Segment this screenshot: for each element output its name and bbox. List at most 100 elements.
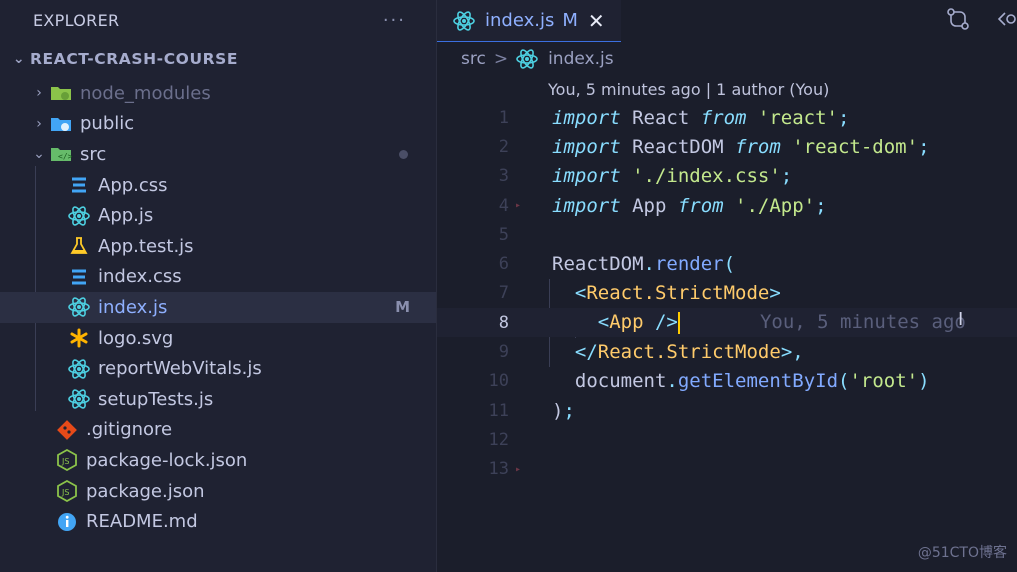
tab-bar: index.js M ✕ (437, 0, 1017, 42)
react-file-icon (453, 10, 475, 32)
css-file-icon (68, 266, 90, 288)
tree-item-label: App.js (98, 205, 154, 227)
tree-item-app-test-js[interactable]: App.test.js (0, 231, 436, 262)
code-line: 3 import './index.css'; (437, 162, 1017, 191)
project-name: REACT-CRASH-COURSE (30, 50, 239, 68)
code-line: 2 import ReactDOM from 'react-dom'; (437, 132, 1017, 161)
line-number: 3 (498, 166, 509, 187)
inline-blame: You, 5 minutes ago (759, 311, 966, 334)
tree-item-public[interactable]: › public (0, 109, 436, 140)
tree-item-app-js[interactable]: App.js (0, 200, 436, 231)
more-actions-icon[interactable]: ··· (383, 10, 406, 31)
explorer-title: EXPLORER (33, 10, 120, 30)
code-line: 11 ); (437, 396, 1017, 425)
tree-item-package-json[interactable]: JS package.json (0, 476, 436, 507)
folder-public-icon (50, 113, 72, 135)
tab-modified-badge: M (562, 10, 578, 31)
explorer-sidebar: EXPLORER ··· ⌄ REACT-CRASH-COURSE › node… (0, 0, 437, 572)
folder-src-icon: </> (50, 143, 72, 165)
tree-item-readme[interactable]: README.md (0, 506, 436, 537)
tree-item-node-modules[interactable]: › node_modules (0, 78, 436, 109)
code-line: 7 <React.StrictMode> (437, 279, 1017, 308)
codelens-blame[interactable]: You, 5 minutes ago | 1 author (You) (548, 80, 829, 99)
i-beam-cursor-icon: I (958, 309, 964, 330)
line-number: 8 (498, 312, 509, 333)
compare-changes-icon[interactable] (945, 6, 971, 36)
explorer-header: EXPLORER ··· (0, 0, 436, 40)
code-line: 6 ReactDOM.render( (437, 249, 1017, 278)
tree-item-index-css[interactable]: index.css (0, 262, 436, 293)
modified-badge: M (395, 298, 410, 317)
fold-marker-icon[interactable]: ▸ (511, 464, 552, 475)
breadcrumb-file[interactable]: index.js (548, 49, 614, 69)
svg-text:</>: </> (58, 152, 72, 161)
nodejs-icon: JS (56, 449, 78, 472)
line-number: 4 (498, 195, 509, 216)
svg-text:JS: JS (61, 488, 69, 497)
tree-item-label: public (80, 113, 135, 135)
tree-item-label: README.md (86, 511, 198, 533)
text-cursor (677, 311, 680, 334)
tree-item-label: index.css (98, 266, 182, 288)
code-line: 9 </React.StrictMode>, (437, 337, 1017, 366)
tree-item-label: index.js (98, 296, 168, 318)
code-line: 1 import React from 'react'; (437, 103, 1017, 132)
tree-item-label: package.json (86, 480, 205, 502)
code-editor[interactable]: 1 import React from 'react'; 2 import Re… (437, 103, 1017, 484)
modified-dot-icon (399, 149, 408, 159)
fold-marker-icon[interactable]: ▸ (511, 200, 552, 211)
code-line: 10 document.getElementById('root') (437, 367, 1017, 396)
editor-actions (945, 6, 1017, 36)
watermark: @51CTO博客 (917, 545, 1007, 561)
breadcrumb-separator: > (493, 49, 509, 69)
line-number: 2 (498, 136, 509, 157)
chevron-right-icon: › (36, 115, 42, 132)
tree-item-logo-svg[interactable]: logo.svg (0, 323, 436, 354)
tree-item-app-css[interactable]: App.css (0, 170, 436, 201)
react-file-icon (68, 388, 90, 410)
tree-item-label: logo.svg (98, 327, 174, 349)
tree-item-label: App.test.js (98, 235, 194, 257)
tab-index-js[interactable]: index.js M ✕ (437, 0, 621, 42)
line-number: 12 (488, 429, 509, 450)
tree-item-gitignore[interactable]: .gitignore (0, 415, 436, 446)
go-back-icon[interactable] (997, 6, 1017, 36)
react-file-icon (516, 48, 538, 70)
project-root[interactable]: ⌄ REACT-CRASH-COURSE (0, 40, 436, 78)
tree-item-package-lock[interactable]: JS package-lock.json (0, 445, 436, 476)
tree-item-src[interactable]: ⌄ </> src (0, 139, 436, 170)
tree-item-label: setupTests.js (98, 388, 214, 410)
folder-node-icon (50, 82, 72, 104)
react-file-icon (68, 296, 90, 318)
line-number: 5 (498, 224, 509, 245)
breadcrumb-folder[interactable]: src (461, 49, 486, 69)
code-line: 5 (437, 220, 1017, 249)
chevron-down-icon: ⌄ (33, 146, 45, 163)
tab-label: index.js (485, 10, 555, 31)
chevron-right-icon: › (36, 85, 42, 102)
line-number: 1 (498, 107, 509, 128)
code-line: 13 ▸ (437, 455, 1017, 484)
vscode-window: EXPLORER ··· ⌄ REACT-CRASH-COURSE › node… (0, 0, 1017, 572)
code-line: 4 ▸ import App from './App'; (437, 191, 1017, 220)
svg-asterisk-icon (68, 327, 90, 349)
code-line-current: 8 <App /> You, 5 minutes ago (437, 308, 1017, 338)
css-file-icon (68, 174, 90, 196)
react-file-icon (68, 358, 90, 380)
git-icon (56, 419, 78, 441)
tree-item-label: package-lock.json (86, 449, 248, 471)
tree-item-setup-tests[interactable]: setupTests.js (0, 384, 436, 415)
tree-item-label: src (80, 143, 107, 165)
tree-item-index-js[interactable]: index.js M (0, 292, 436, 323)
close-icon[interactable]: ✕ (588, 9, 605, 33)
tree-item-report-web-vitals[interactable]: reportWebVitals.js (0, 353, 436, 384)
test-flask-icon (68, 235, 90, 257)
line-number: 9 (498, 342, 509, 363)
svg-text:JS: JS (61, 457, 69, 466)
tree-item-label: App.css (98, 174, 168, 196)
line-number: 10 (488, 371, 509, 392)
line-number: 11 (488, 400, 509, 421)
tree-item-label: reportWebVitals.js (98, 358, 262, 380)
react-file-icon (68, 205, 90, 227)
line-number: 6 (498, 254, 509, 275)
